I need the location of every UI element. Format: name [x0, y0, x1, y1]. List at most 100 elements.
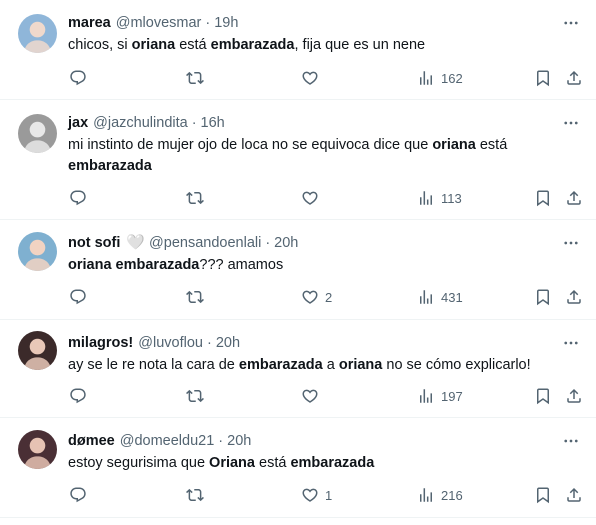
reply-icon — [69, 69, 87, 87]
share-button[interactable] — [565, 286, 583, 308]
bookmark-button[interactable] — [534, 484, 552, 506]
tweet-1[interactable]: marea @mlovesmar · 19h chicos, si oriana est… — [0, 0, 596, 100]
reply-button[interactable] — [69, 286, 93, 308]
views-button[interactable]: 197 — [417, 385, 463, 407]
reply-icon — [69, 486, 87, 504]
avatar[interactable] — [18, 14, 57, 53]
like-button[interactable] — [301, 67, 325, 89]
highlighted-keyword: Oriana — [209, 455, 255, 471]
separator-dot: · — [191, 115, 197, 131]
like-count: 2 — [325, 289, 333, 305]
display-name[interactable]: dømee — [68, 432, 115, 450]
user-handle[interactable]: @domeeldu21 — [120, 432, 215, 450]
text-segment: chicos, si — [68, 37, 132, 53]
share-button[interactable] — [565, 67, 583, 89]
user-handle[interactable]: @luvoflou — [138, 334, 203, 352]
more-icon[interactable] — [561, 334, 581, 352]
views-count: 431 — [441, 289, 463, 305]
display-name[interactable]: jax — [68, 114, 88, 132]
views-count: 216 — [441, 487, 463, 503]
tweet-5[interactable]: dømee @domeeldu21 · 20h estoy segurisima que… — [0, 418, 596, 518]
timestamp[interactable]: 20h — [274, 234, 298, 252]
share-button[interactable] — [565, 484, 583, 506]
tweet-actions: 162 — [0, 67, 596, 89]
highlighted-keyword: embarazada — [210, 37, 295, 53]
highlighted-keyword: embarazada — [290, 455, 375, 471]
display-name[interactable]: not sofi — [68, 234, 120, 252]
views-button[interactable]: 431 — [417, 286, 463, 308]
text-segment: mi instinto de mujer ojo de loca no se e… — [68, 137, 433, 153]
views-button[interactable]: 113 — [417, 187, 462, 209]
text-segment: a — [322, 357, 339, 373]
avatar[interactable] — [18, 232, 57, 271]
tweet-text: ay se le re nota la cara de embarazada a… — [68, 355, 568, 376]
like-icon — [301, 387, 319, 405]
text-segment: estoy segurisima que — [68, 455, 210, 471]
share-icon — [565, 69, 583, 87]
tweet-4[interactable]: milagros! @luvoflou · 20h ay se le re nota l… — [0, 320, 596, 418]
display-name[interactable]: marea — [68, 14, 111, 32]
highlighted-keyword: oriana — [338, 357, 383, 373]
bookmark-icon — [534, 189, 552, 207]
text-segment: está — [254, 455, 291, 471]
reply-button[interactable] — [69, 484, 93, 506]
bookmark-button[interactable] — [534, 385, 552, 407]
views-icon — [417, 387, 435, 405]
highlighted-keyword: embarazada — [238, 357, 323, 373]
avatar[interactable] — [18, 430, 57, 469]
separator-dot: · — [206, 335, 212, 351]
retweet-button[interactable] — [186, 67, 210, 89]
reply-icon — [69, 189, 87, 207]
user-handle[interactable]: @jazchulindita — [93, 114, 188, 132]
avatar[interactable] — [18, 114, 57, 153]
more-icon[interactable] — [561, 114, 581, 132]
avatar[interactable] — [18, 331, 57, 370]
tweet-header: milagros! @luvoflou · 20h — [68, 334, 240, 352]
highlighted-keyword: oriana embarazada — [68, 257, 200, 273]
text-segment: no se cómo explicarlo! — [382, 357, 531, 373]
reply-button[interactable] — [69, 67, 93, 89]
views-count: 162 — [441, 70, 463, 86]
retweet-button[interactable] — [186, 286, 210, 308]
bookmark-button[interactable] — [534, 187, 552, 209]
views-icon — [417, 69, 435, 87]
user-handle[interactable]: @mlovesmar — [116, 14, 202, 32]
views-count: 113 — [441, 190, 462, 206]
tweet-text: oriana embarazada??? amamos — [68, 255, 568, 276]
separator-dot: · — [205, 15, 211, 31]
like-button[interactable]: 2 — [301, 286, 332, 308]
more-icon[interactable] — [561, 234, 581, 252]
tweet-header: dømee @domeeldu21 · 20h — [68, 432, 251, 450]
views-button[interactable]: 216 — [417, 484, 463, 506]
like-button[interactable] — [301, 385, 325, 407]
more-icon[interactable] — [561, 14, 581, 32]
tweet-header: not sofi 🤍 @pensandoenlali · 20h — [68, 234, 298, 252]
retweet-button[interactable] — [186, 484, 210, 506]
display-name[interactable]: milagros! — [68, 334, 133, 352]
reply-button[interactable] — [69, 385, 93, 407]
share-button[interactable] — [565, 385, 583, 407]
separator-dot: · — [218, 433, 224, 449]
reply-button[interactable] — [69, 187, 93, 209]
separator-dot: · — [265, 235, 271, 251]
reply-icon — [69, 387, 87, 405]
tweet-2[interactable]: jax @jazchulindita · 16h mi instinto de muje… — [0, 100, 596, 220]
timestamp[interactable]: 20h — [227, 432, 251, 450]
retweet-button[interactable] — [186, 187, 210, 209]
user-handle[interactable]: @pensandoenlali — [149, 234, 261, 252]
like-button[interactable] — [301, 187, 325, 209]
bookmark-button[interactable] — [534, 67, 552, 89]
like-button[interactable]: 1 — [301, 484, 332, 506]
views-button[interactable]: 162 — [417, 67, 463, 89]
bookmark-icon — [534, 288, 552, 306]
timestamp[interactable]: 20h — [216, 334, 240, 352]
tweet-text: mi instinto de mujer ojo de loca no se e… — [68, 135, 568, 177]
tweet-3[interactable]: not sofi 🤍 @pensandoenlali · 20h oriana embar… — [0, 220, 596, 320]
timestamp[interactable]: 16h — [201, 114, 225, 132]
retweet-button[interactable] — [186, 385, 210, 407]
timestamp[interactable]: 19h — [214, 14, 238, 32]
more-icon[interactable] — [561, 432, 581, 450]
views-count: 197 — [441, 388, 463, 404]
share-button[interactable] — [565, 187, 583, 209]
bookmark-button[interactable] — [534, 286, 552, 308]
